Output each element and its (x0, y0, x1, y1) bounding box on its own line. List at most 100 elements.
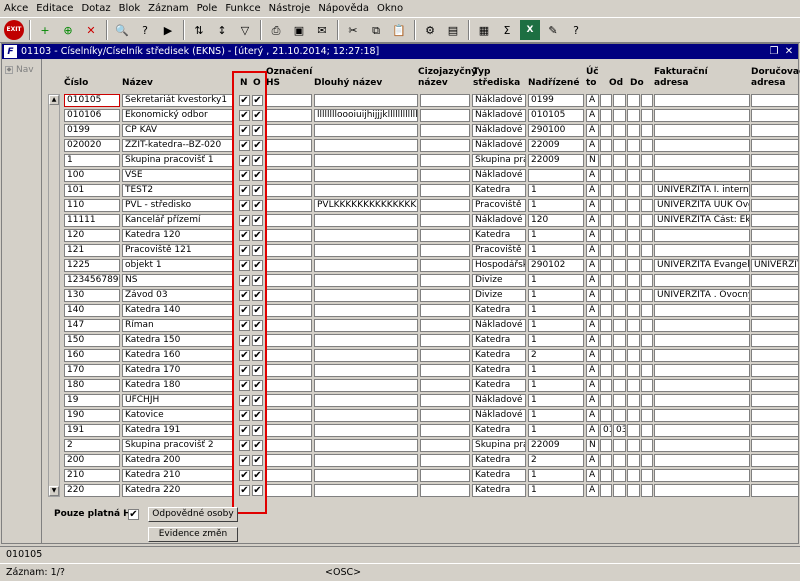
cell-x1[interactable] (627, 409, 640, 422)
cell-nadr[interactable] (528, 169, 584, 182)
cell-fakt[interactable] (654, 334, 750, 347)
cell-x2[interactable] (641, 454, 653, 467)
cell-nadr[interactable]: 1 (528, 199, 584, 212)
menu-item[interactable]: Editace (32, 0, 77, 17)
cell-nazev[interactable]: objekt 1 (122, 259, 234, 272)
cell-oznaceni[interactable] (266, 334, 312, 347)
cell-od[interactable] (600, 454, 612, 467)
cell-cizo[interactable] (420, 469, 470, 482)
cell-nadr[interactable]: 1 (528, 184, 584, 197)
cell-x1[interactable] (627, 244, 640, 257)
cell-cislo[interactable]: 1225 (64, 259, 120, 272)
cell-x2[interactable] (641, 484, 653, 497)
cell-dlouhy[interactable] (314, 349, 418, 362)
table-row[interactable]: 147ŘímanNákladové stř1A✔✔ (2, 319, 800, 334)
cell-od[interactable] (600, 439, 612, 452)
sort-asc-icon[interactable]: ↕ (212, 20, 232, 40)
cell-typ[interactable]: Katedra (472, 454, 526, 467)
cell-typ[interactable]: Katedra (472, 334, 526, 347)
cell-dor[interactable] (751, 184, 799, 197)
cell-x1[interactable] (627, 454, 640, 467)
cell-nadr[interactable]: 1 (528, 289, 584, 302)
cell-dlouhy[interactable] (314, 484, 418, 497)
cell-fakt[interactable] (654, 364, 750, 377)
cell-dlouhy[interactable] (314, 334, 418, 347)
cell-dor[interactable] (751, 424, 799, 437)
cell-ucto[interactable]: A (586, 184, 599, 197)
cell-dlouhy[interactable] (314, 244, 418, 257)
cell-fakt[interactable]: UNIVERZITA Část: EkF K (654, 214, 750, 227)
table-row[interactable]: 120 Katedra 120 Katedra 1 A ✔ ✔ (2, 229, 800, 244)
cell-cislo[interactable]: 190 (64, 409, 120, 422)
cell-oznaceni[interactable] (266, 94, 312, 107)
cell-x2[interactable] (641, 184, 653, 197)
cell-dor[interactable] (751, 454, 799, 467)
cell-nazev[interactable]: Katovice (122, 409, 234, 422)
cell-cislo[interactable]: 180 (64, 379, 120, 392)
cell-od[interactable] (600, 319, 612, 332)
cell-x1[interactable] (627, 169, 640, 182)
cell-oznaceni[interactable] (266, 394, 312, 407)
cell-typ[interactable]: Katedra (472, 379, 526, 392)
cell-fakt[interactable] (654, 319, 750, 332)
odpovedne-osoby-button[interactable]: Odpovědné osoby (148, 507, 238, 522)
cell-od[interactable] (600, 394, 612, 407)
cell-oznaceni[interactable] (266, 109, 312, 122)
cell-cislo[interactable]: 120 (64, 229, 120, 242)
cell-cislo[interactable]: 121 (64, 244, 120, 257)
cell-fakt[interactable] (654, 349, 750, 362)
cell-typ[interactable]: Nákladové stř (472, 139, 526, 152)
cell-cizo[interactable] (420, 334, 470, 347)
cell-cizo[interactable] (420, 484, 470, 497)
cell-do[interactable] (613, 214, 626, 227)
cell-nadr[interactable]: 2 (528, 349, 584, 362)
cell-nazev[interactable]: Ekonomický odbor (122, 109, 234, 122)
cell-nadr[interactable]: 1 (528, 424, 584, 437)
cell-cislo[interactable]: 191 (64, 424, 120, 437)
cell-do[interactable] (613, 394, 626, 407)
cell-oznaceni[interactable] (266, 364, 312, 377)
table-row[interactable]: 1225objekt 1 Hospodářské290102A UNIVERZITA… (2, 259, 800, 274)
cell-typ[interactable]: Katedra (472, 469, 526, 482)
cell-fakt[interactable] (654, 94, 750, 107)
table-row[interactable]: 150 Katedra 150 Katedra 1 A ✔ ✔ (2, 334, 800, 349)
cell-x1[interactable] (627, 109, 640, 122)
cell-nazev[interactable]: CP KAV (122, 124, 234, 137)
cell-nazev[interactable]: Skupina pracovišť 2 (122, 439, 234, 452)
cell-ucto[interactable]: A (586, 169, 599, 182)
cell-x1[interactable] (627, 259, 640, 272)
cell-ucto[interactable]: A (586, 94, 599, 107)
cell-typ[interactable]: Katedra (472, 304, 526, 317)
cell-dor[interactable] (751, 334, 799, 347)
cell-x1[interactable] (627, 484, 640, 497)
cell-cizo[interactable] (420, 94, 470, 107)
cell-dor[interactable] (751, 439, 799, 452)
table-row[interactable]: 180 Katedra 180 Katedra 1 A ✔ ✔ (2, 379, 800, 394)
cell-x1[interactable] (627, 199, 640, 212)
cell-do[interactable] (613, 334, 626, 347)
cell-do[interactable] (613, 199, 626, 212)
cell-cislo[interactable]: 220 (64, 484, 120, 497)
cell-ucto[interactable]: A (586, 334, 599, 347)
cell-dor[interactable] (751, 124, 799, 137)
cell-fakt[interactable] (654, 454, 750, 467)
cell-do[interactable] (613, 139, 626, 152)
cell-ucto[interactable]: A (586, 424, 599, 437)
cell-x2[interactable] (641, 139, 653, 152)
cell-do[interactable] (613, 349, 626, 362)
cell-od[interactable]: 01 (600, 424, 612, 437)
cell-dlouhy[interactable]: lllllllloooiuijhijjjklllllllllllllllllll… (314, 109, 418, 122)
cell-nadr[interactable]: 22009 (528, 154, 584, 167)
cell-od[interactable] (600, 259, 612, 272)
cell-do[interactable]: 03 (613, 424, 626, 437)
cell-fakt[interactable] (654, 229, 750, 242)
cell-x2[interactable] (641, 424, 653, 437)
menu-item[interactable]: Okno (373, 0, 407, 17)
cell-ucto[interactable]: A (586, 199, 599, 212)
cell-dlouhy[interactable] (314, 364, 418, 377)
cell-x1[interactable] (627, 439, 640, 452)
cell-typ[interactable]: Pracoviště (472, 199, 526, 212)
cell-x2[interactable] (641, 379, 653, 392)
cell-nadr[interactable]: 1 (528, 229, 584, 242)
cell-cislo[interactable]: 2 (64, 439, 120, 452)
